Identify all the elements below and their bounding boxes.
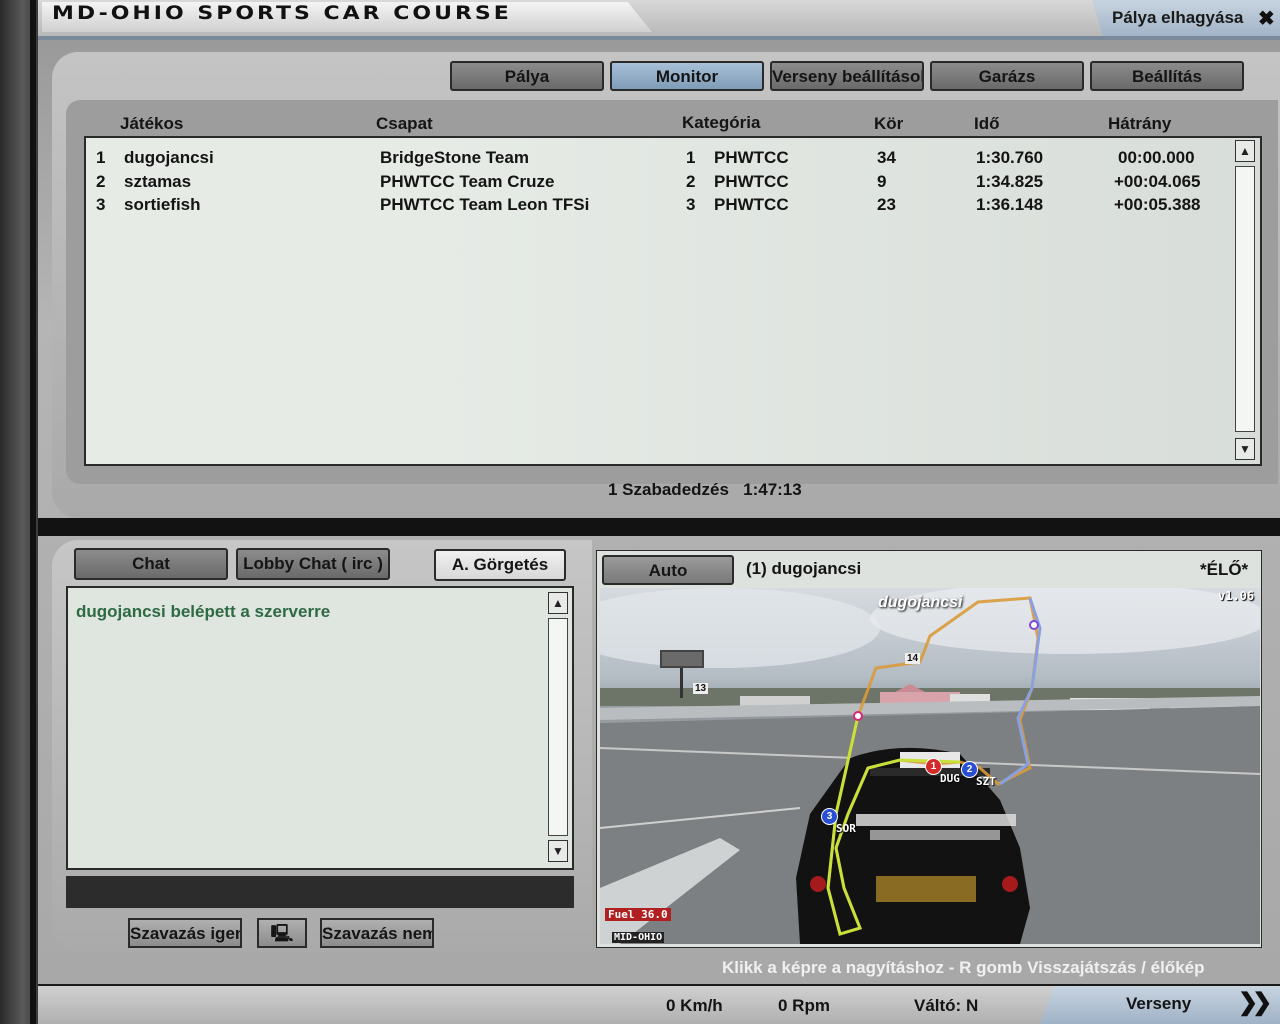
gear-readout: Váltó: N xyxy=(914,996,979,1015)
sign-number-13: 13 xyxy=(693,683,709,694)
car-tag-3: SOR xyxy=(836,822,856,835)
row3-player[interactable]: sortiefish xyxy=(124,195,201,215)
chat-log xyxy=(66,586,574,870)
col-header-gap: Hátrány xyxy=(1108,114,1172,133)
track-tag: MID-OHIO xyxy=(612,932,665,943)
monitor-button[interactable]: 🖳 xyxy=(257,918,307,948)
chat-message: dugojancsi belépett a szerverre xyxy=(76,602,331,621)
row1-lap: 34 xyxy=(877,148,896,167)
leave-track-label[interactable]: Pálya elhagyása xyxy=(1112,8,1243,28)
session-time: 1:47:13 xyxy=(743,480,802,499)
autoscroll-toggle[interactable]: A. Görgetés xyxy=(434,549,566,581)
chat-scroll-down-icon[interactable]: ▼ xyxy=(548,840,568,862)
sign-number-14: 14 xyxy=(905,653,921,664)
chat-input[interactable] xyxy=(66,876,574,908)
table-scrollbar[interactable] xyxy=(1235,166,1255,432)
tab-race-settings[interactable]: Verseny beállítások xyxy=(770,61,924,91)
row2-cat-pos: 2 xyxy=(686,172,696,191)
col-header-category: Kategória xyxy=(682,113,761,132)
col-header-team: Csapat xyxy=(376,114,433,133)
col-header-lap: Kör xyxy=(874,114,904,133)
row2-pos: 2 xyxy=(96,172,106,191)
tab-monitor[interactable]: Monitor xyxy=(610,61,764,91)
left-decor-line xyxy=(30,0,36,1024)
col-header-player: Játékos xyxy=(120,114,184,133)
row3-cat-pos: 3 xyxy=(686,195,696,214)
row1-gap: 00:00.000 xyxy=(1118,148,1195,167)
row1-team: BridgeStone Team xyxy=(380,148,529,167)
row3-time: 1:36.148 xyxy=(976,195,1044,214)
race-label[interactable]: Verseny xyxy=(1126,994,1191,1014)
fuel-readout: Fuel 36.0 xyxy=(605,908,671,921)
camera-driver-overlay: dugojancsi xyxy=(878,594,963,611)
vote-yes-button[interactable]: Szavazás igen xyxy=(128,918,242,948)
vote-no-button[interactable]: Szavazás nem xyxy=(320,918,434,948)
car-tag-1: DUG xyxy=(940,772,960,785)
panel-divider xyxy=(38,518,1280,536)
chat-scrollbar[interactable] xyxy=(548,618,568,836)
track-title: MD-OHIO SPORTS CAR COURSE xyxy=(52,3,512,25)
results-table xyxy=(84,136,1262,466)
col-header-time: Idő xyxy=(974,114,1000,133)
table-scroll-up-icon[interactable]: ▲ xyxy=(1235,140,1255,162)
row2-category: PHWTCC xyxy=(714,172,789,191)
close-x-icon[interactable]: ✖ xyxy=(1258,6,1275,31)
tab-lobby-chat[interactable]: Lobby Chat ( irc ) xyxy=(236,548,390,580)
live-indicator[interactable]: *ÉLŐ* xyxy=(1200,560,1248,580)
session-info: 1 Szabadedzés 1:47:13 xyxy=(608,480,802,500)
tab-chat[interactable]: Chat xyxy=(74,548,228,580)
session-label: 1 Szabadedzés xyxy=(608,480,729,499)
row1-category: PHWTCC xyxy=(714,148,789,167)
row1-cat-pos: 1 xyxy=(686,148,696,167)
row3-team: PHWTCC Team Leon TFSi xyxy=(380,195,590,214)
row2-gap: +00:04.065 xyxy=(1114,172,1201,191)
rpm-readout: 0 Rpm xyxy=(778,996,830,1015)
row3-category: PHWTCC xyxy=(714,195,789,214)
replay-hint: Klikk a képre a nagyításhoz - R gomb Vis… xyxy=(722,958,1205,977)
row2-player[interactable]: sztamas xyxy=(124,172,191,192)
row2-lap: 9 xyxy=(877,172,887,191)
row3-gap: +00:05.388 xyxy=(1114,195,1201,214)
row3-lap: 23 xyxy=(877,195,896,214)
camera-target: (1) dugojancsi xyxy=(746,559,862,578)
double-chevron-right-icon[interactable]: ❯❯ xyxy=(1238,988,1272,1017)
version-label: v1.06 xyxy=(1218,589,1255,603)
tab-garage[interactable]: Garázs xyxy=(930,61,1084,91)
row1-pos: 1 xyxy=(96,148,106,167)
row2-time: 1:34.825 xyxy=(976,172,1044,191)
car-tag-2: SZT xyxy=(976,775,996,788)
row2-team: PHWTCC Team Cruze xyxy=(380,172,555,191)
camera-mode-button[interactable]: Auto xyxy=(602,555,734,585)
speed-readout: 0 Km/h xyxy=(666,996,723,1015)
table-scroll-down-icon[interactable]: ▼ xyxy=(1235,438,1255,460)
tab-palya[interactable]: Pálya xyxy=(450,61,604,91)
row1-time: 1:30.760 xyxy=(976,148,1044,167)
row3-pos: 3 xyxy=(96,195,106,214)
row1-player[interactable]: dugojancsi xyxy=(124,148,214,168)
monitor-icon: 🖳 xyxy=(270,924,294,943)
tab-settings[interactable]: Beállítás xyxy=(1090,61,1244,91)
chat-scroll-up-icon[interactable]: ▲ xyxy=(548,592,568,614)
